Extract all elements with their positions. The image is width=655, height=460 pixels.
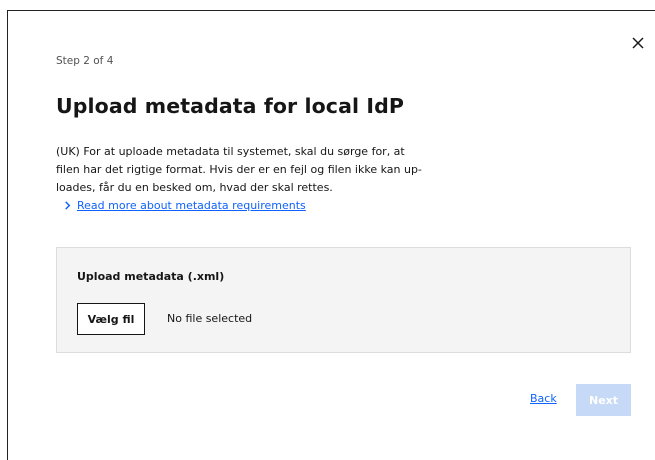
upload-panel: Upload metadata (.xml) Vælg fil No file … <box>56 247 631 353</box>
read-more-link[interactable]: Read more about metadata requirements <box>63 199 306 212</box>
chevron-right-icon <box>65 201 71 210</box>
choose-file-button[interactable]: Vælg fil <box>77 303 145 335</box>
back-button[interactable]: Back <box>530 392 557 405</box>
next-button[interactable]: Next <box>576 384 631 416</box>
upload-metadata-dialog: Step 2 of 4 Upload metadata for local Id… <box>7 10 655 460</box>
step-indicator: Step 2 of 4 <box>56 55 114 67</box>
dialog-description: (UK) For at uploade metadata til systeme… <box>56 145 422 194</box>
dialog-title: Upload metadata for local IdP <box>56 94 404 118</box>
upload-label: Upload metadata (.xml) <box>77 270 225 283</box>
read-more-link-text[interactable]: Read more about metadata requirements <box>77 199 306 212</box>
close-icon[interactable] <box>628 33 648 53</box>
file-status: No file selected <box>167 312 253 325</box>
